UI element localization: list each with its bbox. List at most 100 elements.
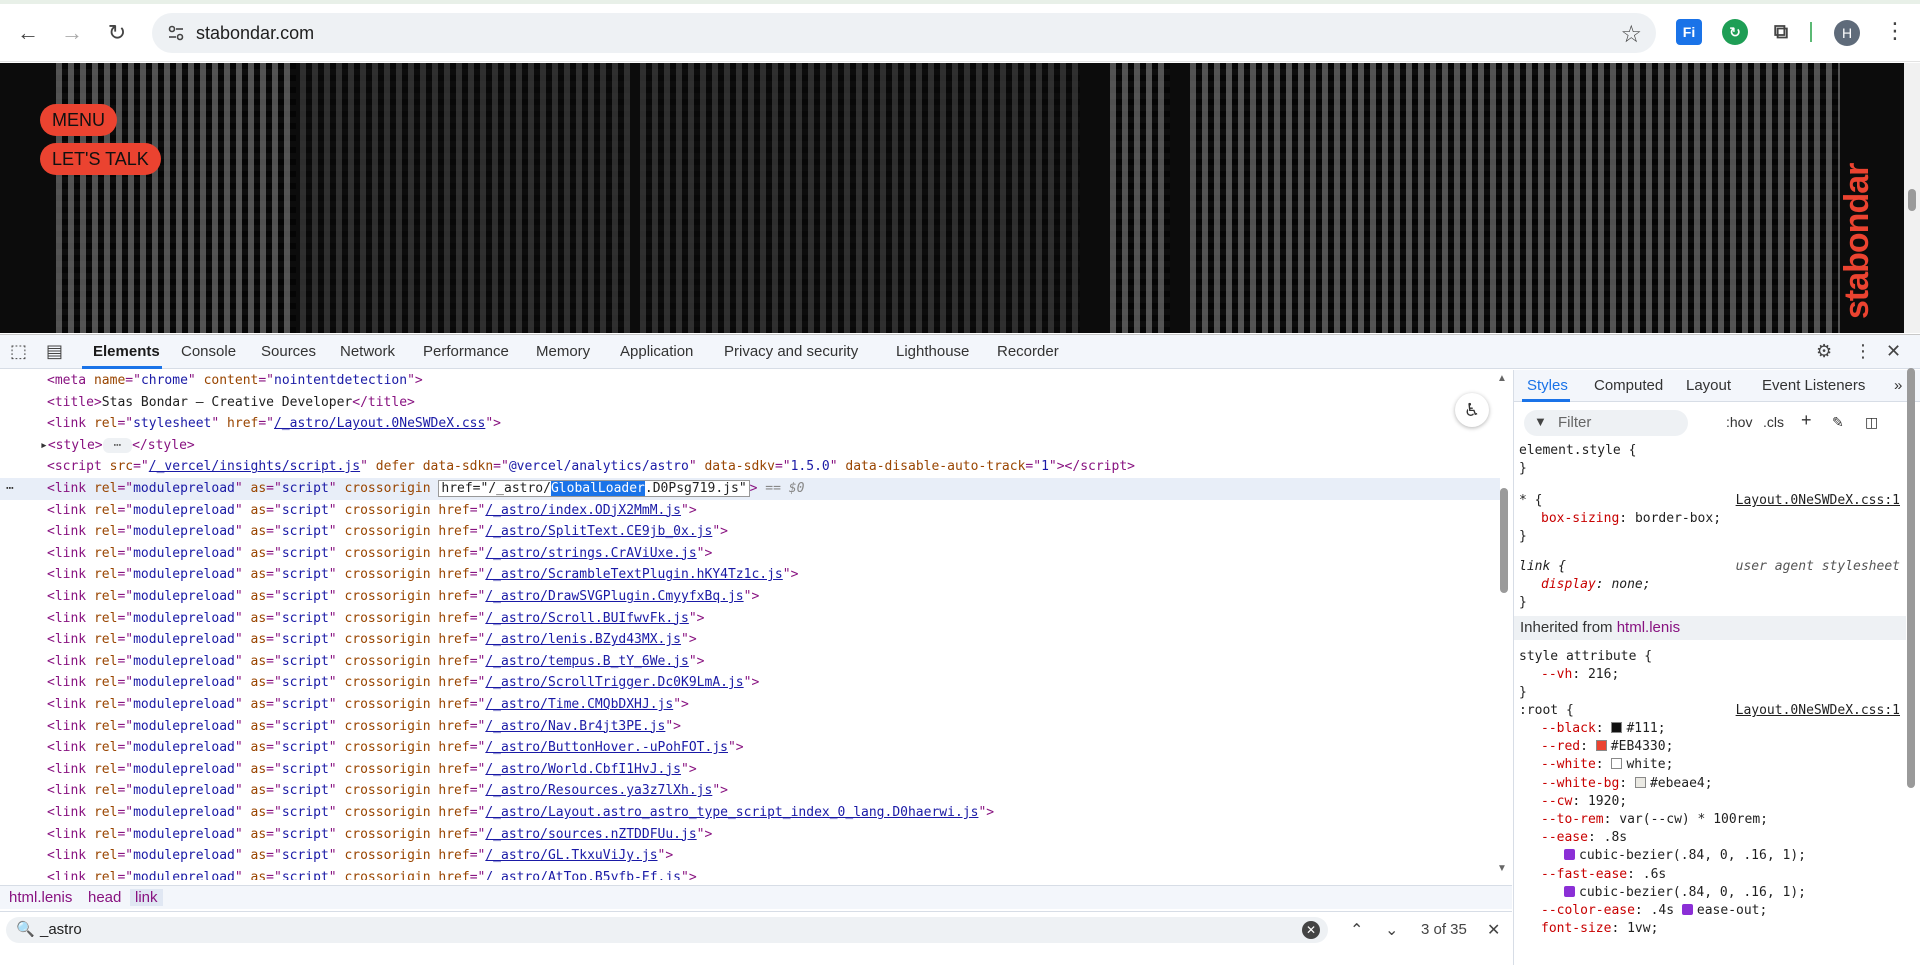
dom-node-modulepreload[interactable]: <link rel="modulepreload" as="script" cr… [0,672,1500,694]
site-info-icon[interactable] [166,23,186,43]
device-toolbar-icon[interactable]: ▤ [46,341,63,362]
preload-href-link[interactable]: /_astro/Nav.Br4jt3PE.js [485,719,665,734]
settings-gear-icon[interactable]: ⚙ [1816,341,1832,362]
toggle-sidebar-icon[interactable]: ◫ [1865,414,1878,431]
link-rule-decl[interactable]: display: none; [1541,576,1651,594]
scroll-down-arrow-icon[interactable]: ▼ [1497,863,1507,874]
root-var-decl[interactable]: cubic-bezier(.84, 0, .16, 1); [1564,847,1806,865]
script-src-link[interactable]: /_vercel/insights/script.js [149,459,360,474]
dom-node-modulepreload[interactable]: <link rel="modulepreload" as="script" cr… [0,845,1500,867]
tab-event-listeners[interactable]: Event Listeners [1762,377,1865,394]
breadcrumb-link[interactable]: link [130,889,163,906]
root-var-decl[interactable]: --ease: .8s [1541,829,1627,847]
dom-node-modulepreload[interactable]: <link rel="modulepreload" as="script" cr… [0,737,1500,759]
elements-scrollbar[interactable] [1497,370,1511,870]
dom-node-title[interactable]: <title>Stas Bondar – Creative Developer<… [0,392,1500,414]
dom-node-script[interactable]: <script src="/_vercel/insights/script.js… [0,456,1500,478]
preload-href-link[interactable]: /_astro/World.CbfI1HvJ.js [485,762,681,777]
page-scrollbar-thumb[interactable] [1908,189,1916,211]
tab-styles[interactable]: Styles [1527,377,1568,394]
dom-node-meta[interactable]: <meta name="chrome" content="nointentdet… [0,370,1500,392]
preload-href-link[interactable]: /_astro/AtTop.B5yfb-Ef.js [485,870,681,880]
tab-layout[interactable]: Layout [1686,377,1731,394]
preload-href-link[interactable]: /_astro/ScrollTrigger.Dc0K9LmA.js [485,675,743,690]
devtools-menu-icon[interactable]: ⋮ [1854,341,1872,362]
url-text[interactable]: stabondar.com [196,23,314,44]
dom-node-modulepreload[interactable]: <link rel="modulepreload" as="script" cr… [0,608,1500,630]
tab-privacy-security[interactable]: Privacy and security [724,343,858,360]
element-style-rule[interactable]: element.style { [1519,442,1636,460]
tab-memory[interactable]: Memory [536,343,590,360]
style-attr-decl[interactable]: --vh: 216; [1541,666,1619,684]
dom-node-style[interactable]: ▸<style> ⋯ </style> [0,435,1500,457]
styles-filter-input[interactable]: ▼ Filter [1524,410,1688,436]
color-swatch-icon[interactable] [1595,740,1607,752]
extension-fi-icon[interactable]: Fi [1676,19,1702,45]
star-rule-selector[interactable]: * { [1519,492,1542,510]
tab-sources[interactable]: Sources [261,343,316,360]
class-toggle[interactable]: .cls [1763,414,1784,430]
dom-node-modulepreload[interactable]: <link rel="modulepreload" as="script" cr… [0,521,1500,543]
star-rule-source[interactable]: Layout.0NeSWDeX.css:1 [1736,492,1900,510]
tab-recorder[interactable]: Recorder [997,343,1059,360]
star-rule-decl[interactable]: box-sizing: border-box; [1541,510,1721,528]
dom-node-modulepreload[interactable]: <link rel="modulepreload" as="script" cr… [0,564,1500,586]
close-search-icon[interactable]: ✕ [1487,920,1500,940]
reload-icon[interactable]: ↻ [102,18,132,48]
dom-node-modulepreload[interactable]: <link rel="modulepreload" as="script" cr… [0,802,1500,824]
preload-href-link[interactable]: /_astro/Resources.ya3z7lXh.js [485,783,712,798]
add-rule-icon[interactable]: + [1801,410,1812,431]
breadcrumb-head[interactable]: head [88,889,121,906]
color-swatch-icon[interactable] [1611,758,1623,770]
expand-triangle-icon[interactable]: ▸ [40,438,48,453]
scroll-up-arrow-icon[interactable]: ▲ [1497,373,1507,384]
preload-href-link[interactable]: /_astro/ButtonHover.-uPohFOT.js [485,740,728,755]
root-var-decl[interactable]: --white-bg: #ebeae4; [1541,775,1713,793]
root-rule-selector[interactable]: :root { [1519,702,1574,720]
dom-node-modulepreload[interactable]: <link rel="modulepreload" as="script" cr… [0,824,1500,846]
preload-href-link[interactable]: /_astro/index.ODjX2MmM.js [485,503,681,518]
style-attr-selector[interactable]: style attribute { [1519,648,1652,666]
node-actions-icon[interactable]: ⋯ [6,478,14,500]
menu-button[interactable]: MENU [40,104,117,136]
dom-node-modulepreload[interactable]: <link rel="modulepreload" as="script" cr… [0,629,1500,651]
preload-href-link[interactable]: /_astro/Time.CMQbDXHJ.js [485,697,673,712]
dom-node-modulepreload[interactable]: <link rel="modulepreload" as="script" cr… [0,867,1500,880]
hover-state-toggle[interactable]: :hov [1726,414,1752,430]
clear-search-icon[interactable]: ✕ [1302,921,1320,939]
tab-computed[interactable]: Computed [1594,377,1663,394]
more-tabs-icon[interactable]: » [1894,377,1902,394]
root-var-decl[interactable]: font-size: 1vw; [1541,920,1658,938]
preload-href-link[interactable]: /_astro/DrawSVGPlugin.CmyyfxBq.js [485,589,743,604]
next-match-icon[interactable]: ⌄ [1385,920,1398,940]
root-rule-source[interactable]: Layout.0NeSWDeX.css:1 [1736,702,1900,720]
styles-scrollbar-thumb[interactable] [1907,368,1915,788]
easing-editor-icon[interactable] [1681,904,1693,915]
tab-console[interactable]: Console [181,343,236,360]
tab-performance[interactable]: Performance [423,343,509,360]
root-var-decl[interactable]: --black: #111; [1541,720,1666,738]
paint-brush-icon[interactable]: ✎ [1832,414,1844,431]
preload-href-link[interactable]: /_astro/SplitText.CE9jb_0x.js [485,524,712,539]
preload-href-link[interactable]: /_astro/sources.nZTDDFUu.js [485,827,696,842]
extensions-puzzle-icon[interactable]: ⧉ [1768,19,1794,45]
bezier-editor-icon[interactable] [1564,849,1575,861]
tab-elements[interactable]: Elements [93,343,160,360]
link-rule-selector[interactable]: link { [1519,558,1566,576]
preload-href-link[interactable]: /_astro/Scroll.BUIfwvFk.js [485,611,689,626]
lets-talk-button[interactable]: LET'S TALK [40,143,161,175]
dom-node-modulepreload[interactable]: <link rel="modulepreload" as="script" cr… [0,586,1500,608]
root-var-decl[interactable]: --white: white; [1541,756,1673,774]
dom-node-modulepreload[interactable]: <link rel="modulepreload" as="script" cr… [0,500,1500,522]
page-scrollbar[interactable] [1904,63,1920,333]
profile-avatar[interactable]: H [1834,20,1860,46]
dom-node-selected[interactable]: ⋯ <link rel="modulepreload" as="script" c… [0,478,1500,500]
stylesheet-link[interactable]: /_astro/Layout.0NeSWDeX.css [274,416,485,431]
dom-node-modulepreload[interactable]: <link rel="modulepreload" as="script" cr… [0,716,1500,738]
preload-href-link[interactable]: /_astro/GL.TkxuViJy.js [485,848,657,863]
dom-search-input[interactable]: _astro [40,921,82,938]
dom-node-modulepreload[interactable]: <link rel="modulepreload" as="script" cr… [0,780,1500,802]
previous-match-icon[interactable]: ⌃ [1350,920,1363,940]
bezier-editor-icon[interactable] [1564,885,1575,897]
href-edit-box[interactable]: href="/_astro/GlobalLoader.D0Psg719.js" [438,480,750,497]
